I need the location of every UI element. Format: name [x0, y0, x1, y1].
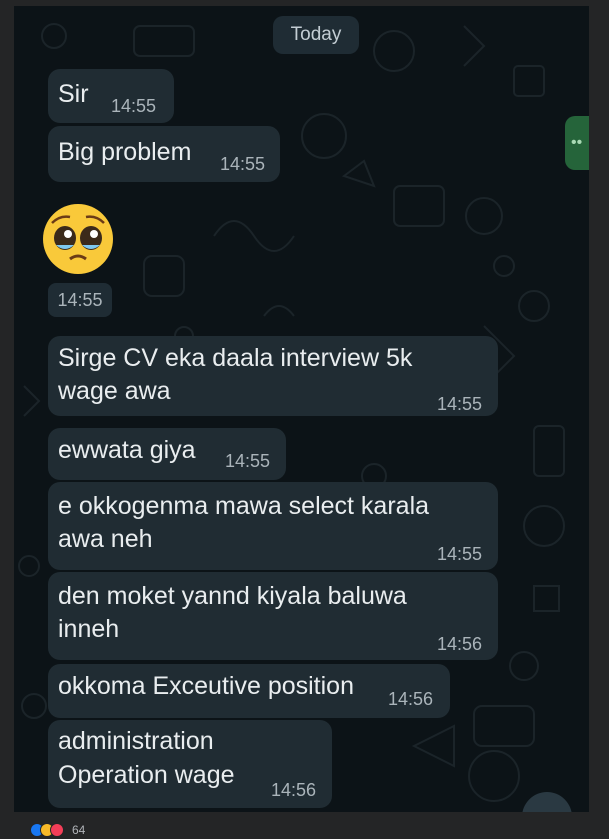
- message-text-line: wage awa: [58, 377, 171, 405]
- reaction-count: 64: [72, 823, 86, 837]
- message-text-line: Operation wage: [58, 761, 235, 789]
- reaction-summary[interactable]: 64: [30, 822, 85, 838]
- message-time: 14:55: [437, 394, 483, 414]
- message-bubble[interactable]: den moket yannd kiyala baluwa inneh 14:5…: [48, 572, 498, 660]
- message-text-line: Sirge CV eka daala interview 5k: [58, 344, 413, 372]
- date-divider: Today: [273, 16, 359, 54]
- message-bubble[interactable]: okkoma Exceutive position 14:56: [48, 664, 450, 718]
- message-text: Big problem: [58, 138, 192, 166]
- message-bubble[interactable]: Sir 14:55: [48, 69, 174, 123]
- message-time: 14:55: [220, 154, 266, 174]
- message-time: 14:56: [388, 689, 434, 709]
- message-text: ewwata giya: [58, 436, 196, 464]
- message-text-line: inneh: [58, 615, 120, 643]
- message-bubble[interactable]: Sirge CV eka daala interview 5k wage awa…: [48, 336, 498, 416]
- message-text: okkoma Exceutive position: [58, 672, 354, 700]
- message-bubble[interactable]: Big problem 14:55: [48, 126, 280, 182]
- message-bubble[interactable]: e okkogenma mawa select karala awa neh 1…: [48, 482, 498, 570]
- message-text: Sir: [58, 80, 89, 108]
- love-icon: [50, 823, 64, 837]
- message-bubble[interactable]: administration Operation wage 14:56: [48, 720, 332, 808]
- message-time: 14:56: [437, 634, 483, 654]
- message-time: 14:55: [111, 96, 157, 116]
- message-text-line: awa neh: [58, 525, 153, 553]
- chat-screenshot: Today •• Sir 14:55 Big problem 14:55 14:…: [14, 6, 589, 812]
- message-time: 14:55: [437, 544, 483, 564]
- message-time: 14:55: [48, 283, 112, 317]
- message-text-line: den moket yannd kiyala baluwa: [58, 582, 407, 610]
- pleading-face-emoji[interactable]: [40, 201, 116, 277]
- dots-icon: ••: [571, 134, 583, 151]
- message-bubble[interactable]: ewwata giya 14:55: [48, 428, 286, 480]
- message-text-line: e okkogenma mawa select karala: [58, 492, 430, 520]
- message-time: 14:56: [271, 780, 317, 800]
- message-text-line: administration: [58, 727, 214, 755]
- message-time: 14:55: [225, 451, 271, 471]
- side-panel-tab[interactable]: ••: [565, 116, 589, 170]
